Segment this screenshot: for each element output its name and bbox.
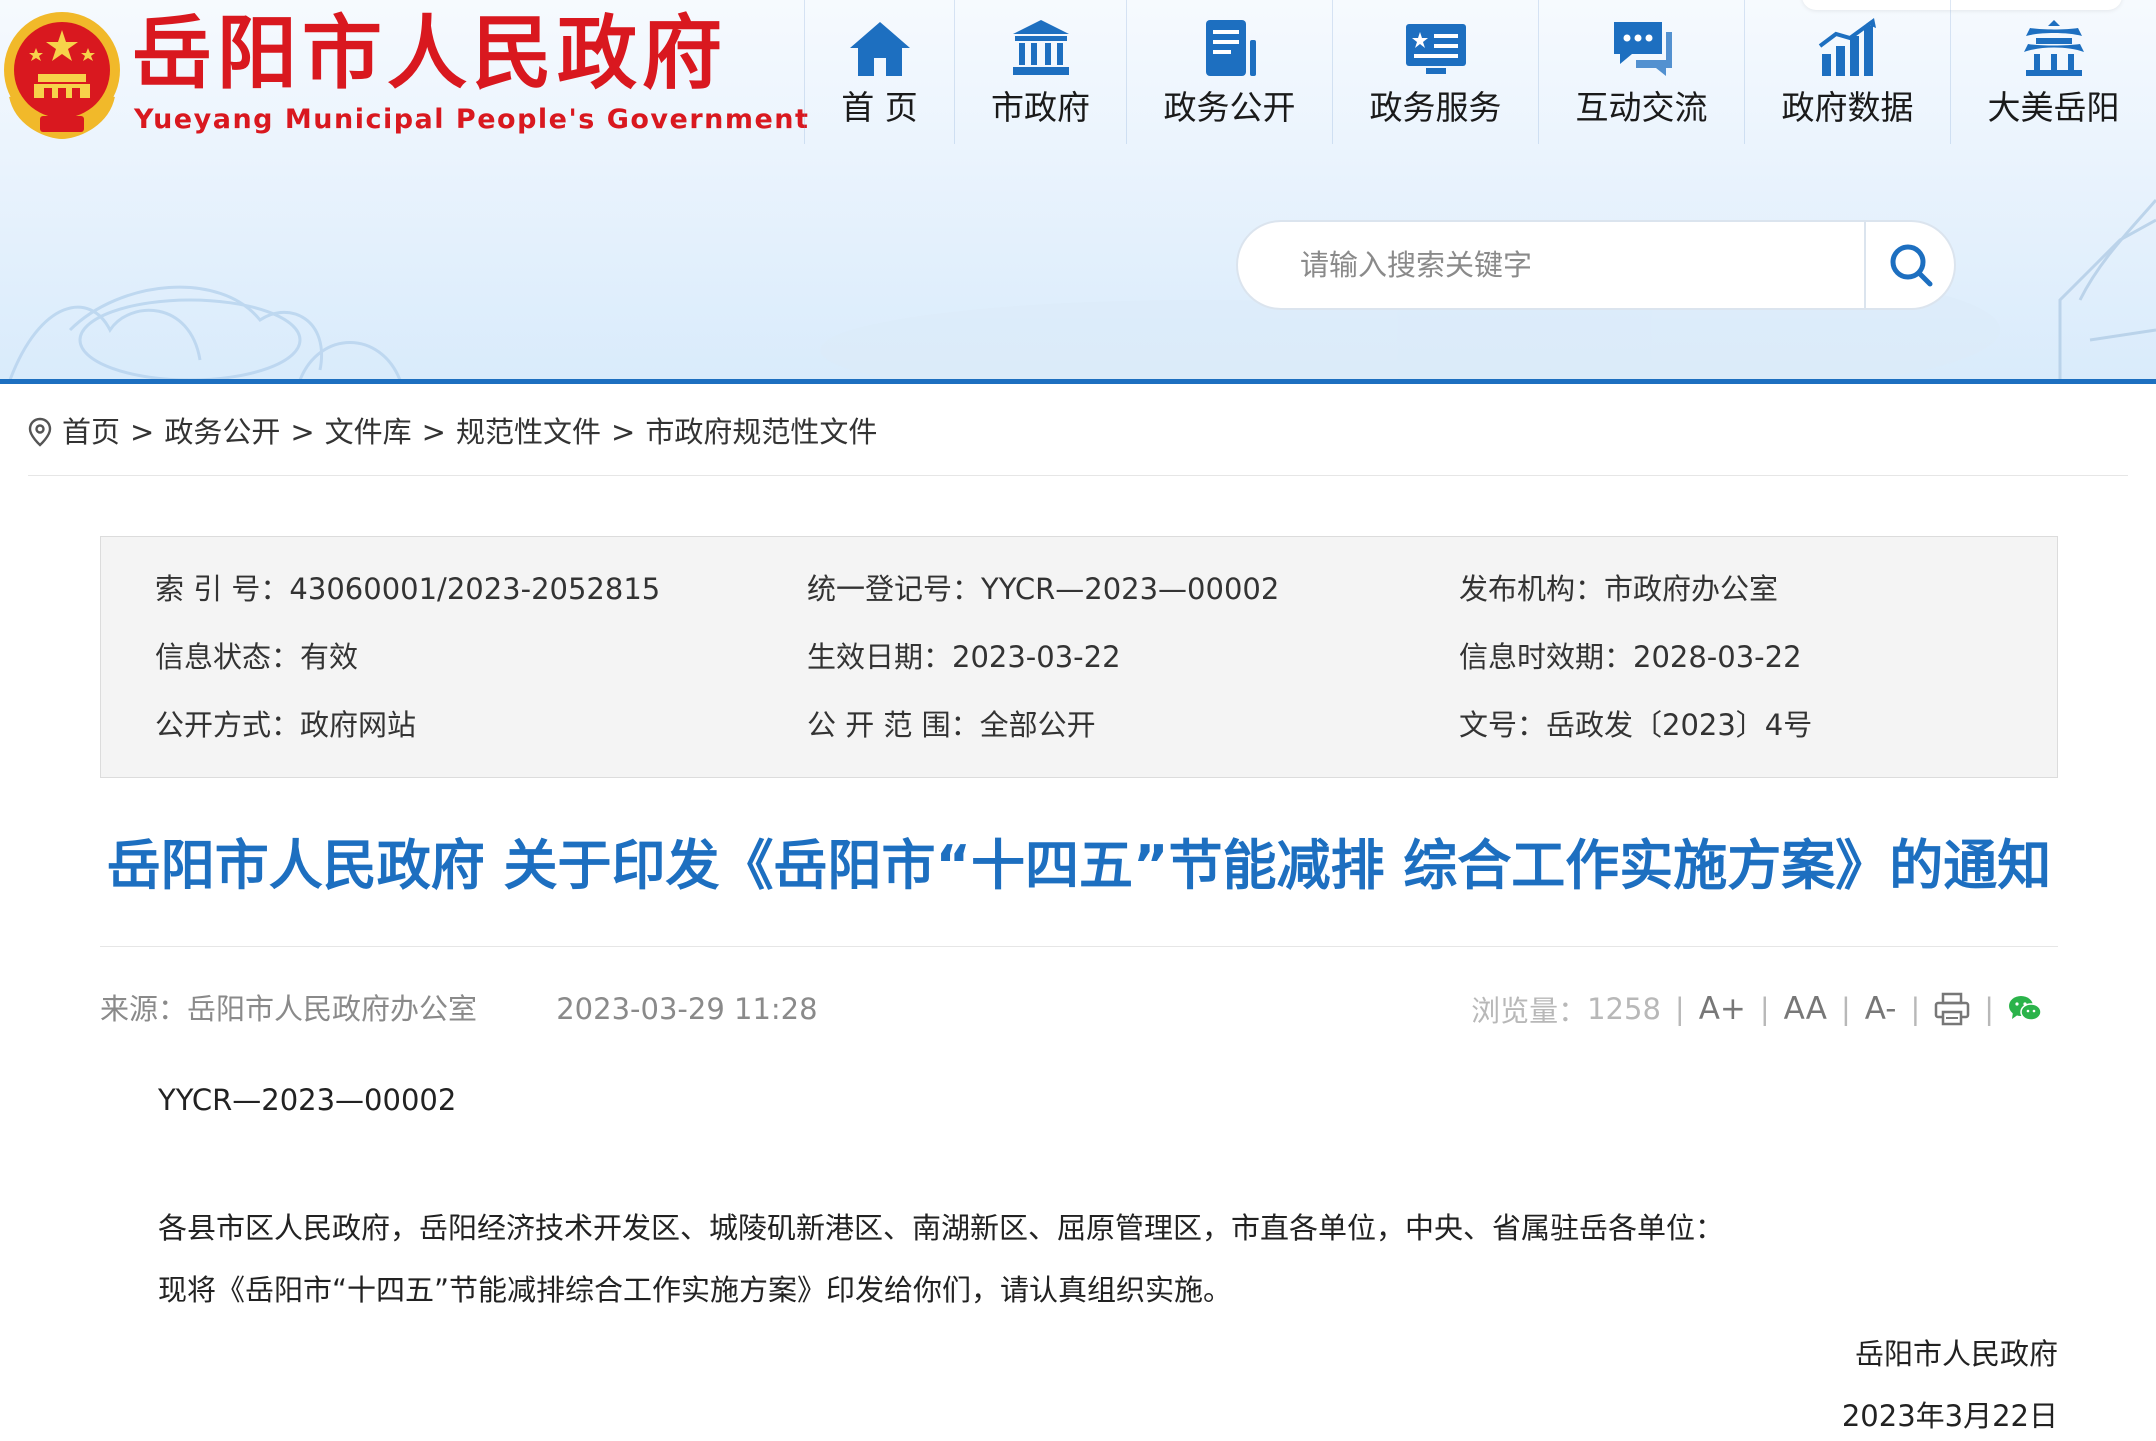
nav-label: 市政府 (991, 88, 1090, 127)
article-date: 2023-03-29 11:28 (556, 992, 818, 1026)
service-card-icon (1405, 24, 1466, 74)
nav-item-scenery[interactable]: 大美岳阳 (1950, 0, 2156, 144)
info-status: 信息状态：有效 (155, 640, 359, 674)
pavilion-icon (2023, 20, 2084, 76)
info-expiry-date: 信息时效期：2028-03-22 (1459, 640, 1802, 674)
signature-issuer: 岳阳市人民政府 (1854, 1337, 2058, 1371)
search-button[interactable] (1864, 222, 1954, 308)
breadcrumb-normative-files[interactable]: 规范性文件 (456, 406, 601, 458)
body-paragraph: 各县市区人民政府，岳阳经济技术开发区、城陵矶新港区、南湖新区、屈原管理区，市直各… (158, 1211, 1725, 1245)
nav-label: 政府数据 (1781, 88, 1914, 127)
info-disclosure-scope: 公 开 范 围：全部公开 (807, 708, 1096, 742)
breadcrumb-disclosure[interactable]: 政务公开 (164, 406, 280, 458)
site-title-english: Yueyang Municipal People's Government (134, 104, 810, 135)
article-meta: 来源：岳阳市人民政府办公室 2023-03-29 11:28 (100, 986, 818, 1032)
breadcrumb-municipal-normative-files[interactable]: 市政府规范性文件 (645, 406, 877, 458)
location-pin-icon (28, 417, 52, 447)
main-nav: 首 页 市政府 政务公开 政务服务 互动交流 政府数据 大美岳阳 (804, 0, 2156, 144)
breadcrumb: 首页 > 政务公开 > 文件库 > 规范性文件 > 市政府规范性文件 (28, 406, 2128, 476)
font-reset-button[interactable]: AA (1784, 991, 1827, 1027)
toolbar-separator: | (1984, 992, 1994, 1026)
nav-label: 政务公开 (1163, 88, 1296, 127)
nav-item-government[interactable]: 市政府 (954, 0, 1126, 144)
info-effective-date: 生效日期：2023-03-22 (807, 640, 1121, 674)
print-icon[interactable] (1934, 992, 1970, 1026)
info-document-number: 文号：岳政发〔2023〕4号 (1459, 708, 1813, 742)
breadcrumb-separator: > (130, 415, 155, 449)
search-input[interactable] (1238, 222, 1864, 308)
body-paragraph: 现将《岳阳市“十四五”节能减排综合工作实施方案》印发给你们，请认真组织实施。 (158, 1273, 1233, 1307)
toolbar-separator: | (1840, 992, 1851, 1026)
breadcrumb-separator: > (421, 415, 446, 449)
nav-item-services[interactable]: 政务服务 (1332, 0, 1538, 144)
nav-label: 政务服务 (1369, 88, 1502, 127)
toolbar-separator: | (1674, 992, 1685, 1026)
document-list-icon (1205, 20, 1256, 76)
search-icon (1890, 244, 1933, 287)
site-header: 岳阳市人民政府 Yueyang Municipal People's Gover… (0, 0, 2156, 384)
nav-item-home[interactable]: 首 页 (804, 0, 954, 144)
document-title: 岳阳市人民政府 关于印发《岳阳市“十四五”节能减排 综合工作实施方案》的通知 (106, 834, 2052, 897)
info-registration-number: 统一登记号：YYCR—2023—00002 (807, 572, 1280, 606)
signature-date: 2023年3月22日 (1841, 1399, 2058, 1433)
font-larger-button[interactable]: A+ (1699, 991, 1746, 1027)
document-info-panel: 索 引 号：43060001/2023-2052815 统一登记号：YYCR—2… (100, 536, 2058, 778)
wechat-icon[interactable] (2008, 994, 2042, 1024)
info-index-number: 索 引 号：43060001/2023-2052815 (155, 572, 661, 606)
article-toolbar: 浏览量： 1258 | A+ | AA | A- | | (1471, 982, 2042, 1036)
breadcrumb-separator: > (290, 415, 315, 449)
views-count: 1258 (1587, 992, 1661, 1026)
site-title: 岳阳市人民政府 (132, 7, 727, 100)
title-divider (100, 946, 2058, 947)
nav-item-data[interactable]: 政府数据 (1744, 0, 1950, 144)
national-emblem-icon (4, 12, 120, 140)
nav-item-disclosure[interactable]: 政务公开 (1126, 0, 1332, 144)
breadcrumb-home[interactable]: 首页 (62, 406, 120, 458)
nav-item-interaction[interactable]: 互动交流 (1538, 0, 1744, 144)
font-smaller-button[interactable]: A- (1865, 991, 1897, 1027)
chat-bubble-icon (1613, 22, 1672, 76)
article-source: 来源：岳阳市人民政府办公室 (100, 992, 478, 1026)
nav-label: 首 页 (841, 88, 918, 127)
toolbar-separator: | (1910, 992, 1921, 1026)
views-label: 浏览量： (1471, 994, 1588, 1028)
breadcrumb-file-library[interactable]: 文件库 (325, 406, 412, 458)
info-publisher: 发布机构：市政府办公室 (1459, 572, 1779, 606)
search-box (1236, 220, 1956, 310)
home-icon (849, 22, 910, 76)
bar-chart-icon (1818, 18, 1876, 76)
document-code: YYCR—2023—00002 (158, 1083, 457, 1117)
government-building-icon (1012, 20, 1069, 75)
nav-label: 互动交流 (1575, 88, 1708, 127)
breadcrumb-separator: > (611, 415, 636, 449)
info-disclosure-method: 公开方式：政府网站 (155, 708, 417, 742)
nav-label: 大美岳阳 (1987, 88, 2120, 127)
toolbar-separator: | (1759, 992, 1770, 1026)
